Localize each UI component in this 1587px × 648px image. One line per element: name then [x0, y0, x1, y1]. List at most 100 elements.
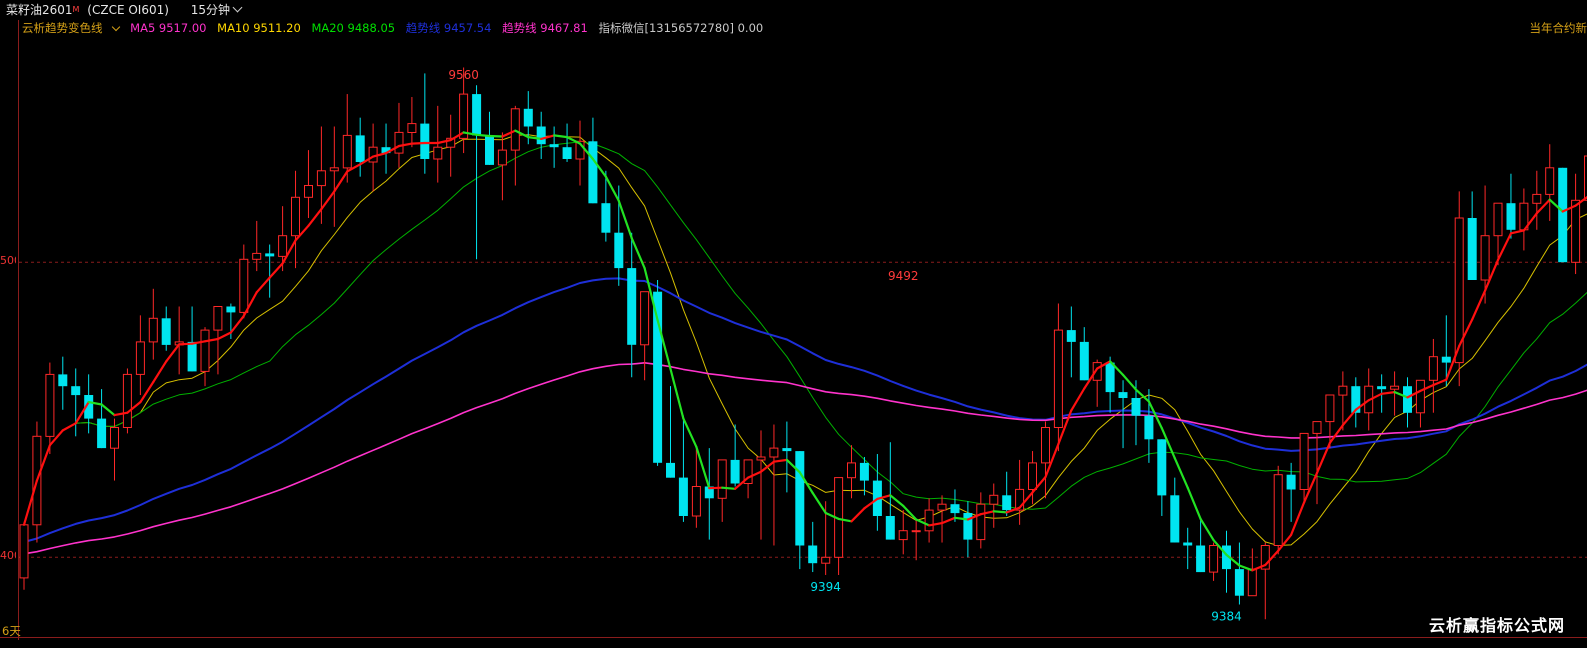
trend-color-segment — [1173, 457, 1189, 489]
candle-body-down — [1558, 167, 1568, 263]
candle-body-up — [122, 373, 132, 428]
candle-body-up — [1571, 199, 1581, 263]
candle-body-down — [562, 147, 572, 159]
candle-body-down — [782, 448, 792, 452]
trend-color-segment — [708, 486, 724, 490]
candle-body-up — [756, 456, 766, 461]
candle-body-down — [187, 341, 197, 372]
candle-body-up — [1312, 421, 1322, 434]
candle-body-down — [523, 108, 533, 127]
candle-body-down — [1377, 386, 1387, 390]
trend-color-segment — [307, 208, 323, 227]
extreme-price-label: 9560 — [448, 68, 479, 82]
candle-body-down — [1144, 415, 1154, 440]
trend-color-segment — [333, 170, 349, 193]
candle-body-up — [1209, 545, 1219, 573]
candle-body-up — [821, 556, 831, 564]
trend-color-segment — [850, 507, 866, 523]
trend-color-segment — [268, 262, 284, 279]
candle-body-up — [407, 123, 417, 133]
candle-body-up — [1041, 427, 1050, 464]
candle-body-down — [1196, 545, 1206, 573]
candle-body-down — [1403, 386, 1412, 413]
x-axis-label: 6天 — [2, 624, 21, 638]
trend-color-segment — [759, 460, 776, 473]
candle-body-up — [213, 306, 223, 331]
candle-body-down — [1157, 439, 1167, 496]
trend-color-segment — [669, 367, 685, 420]
candle-body-down — [614, 232, 624, 269]
series-line-ma10 — [23, 134, 1587, 546]
candle-body-up — [1053, 329, 1063, 429]
trend-color-segment — [811, 491, 827, 515]
candle-body-down — [1467, 218, 1477, 280]
candle-body-down — [226, 306, 236, 313]
candle-body-up — [1247, 568, 1257, 597]
candle-body-up — [1299, 432, 1309, 490]
candle-body-down — [730, 459, 740, 484]
trend-color-segment — [630, 236, 646, 270]
trend-color-segment — [682, 417, 698, 448]
candle-body-up — [316, 170, 326, 187]
candle-body-down — [808, 545, 818, 564]
period-selector[interactable]: 15分钟 — [191, 0, 243, 20]
trend-color-segment — [229, 314, 245, 334]
candle-body-up — [252, 252, 262, 260]
candle-body-down — [1105, 362, 1115, 393]
candle-body-down — [1118, 392, 1128, 398]
candle-body-down — [963, 513, 973, 540]
trend-color-segment — [902, 504, 918, 521]
candle-body-down — [950, 504, 960, 514]
contract-code: (CZCE OI601) — [87, 3, 169, 17]
candle-body-up — [1390, 385, 1400, 390]
candle-body-up — [1273, 474, 1283, 547]
candle-body-down — [1506, 203, 1516, 230]
candle-body-up — [691, 486, 701, 517]
candle-body-up — [433, 146, 443, 160]
extreme-price-label: 9492 — [888, 269, 919, 283]
candle-body-down — [1170, 495, 1180, 543]
candle-body-up — [342, 134, 352, 169]
candle-body-down — [485, 135, 494, 165]
extreme-price-label: 9394 — [810, 580, 841, 594]
trend-color-segment — [1509, 229, 1526, 235]
candle-body-up — [924, 509, 934, 532]
candle-body-down — [536, 126, 546, 145]
candle-body-up — [1325, 394, 1335, 423]
candle-body-up — [1338, 385, 1348, 396]
candle-body-up — [368, 146, 378, 163]
trend-color-segment — [475, 133, 491, 138]
candle-body-down — [1002, 495, 1012, 511]
trend-color-segment — [139, 380, 155, 404]
trend-color-segment — [100, 403, 116, 417]
candle-body-up — [1493, 202, 1503, 237]
trend-color-segment — [488, 134, 504, 138]
trend-color-segment — [410, 141, 426, 145]
trend-color-segment — [320, 190, 336, 211]
candle-body-down — [97, 418, 107, 449]
trend-color-segment — [1496, 232, 1513, 261]
candle-body-up — [847, 462, 856, 479]
candle-body-up — [898, 530, 908, 541]
candle-body-up — [239, 258, 249, 313]
trend-color-segment — [61, 422, 77, 432]
candlestick-chart[interactable]: 95609492939493849533 — [0, 20, 1587, 640]
candle-body-up — [976, 503, 986, 541]
candle-body-up — [19, 524, 29, 579]
candle-body-down — [588, 141, 598, 204]
trend-color-segment — [721, 486, 737, 490]
trend-color-segment — [165, 343, 181, 363]
candle-body-up — [1480, 235, 1490, 281]
trend-color-segment — [992, 510, 1008, 514]
trend-color-segment — [604, 175, 620, 202]
candle-body-down — [1441, 356, 1451, 363]
trend-color-segment — [1070, 387, 1086, 412]
candle-body-down — [678, 477, 688, 516]
candle-body-down — [601, 203, 611, 233]
candle-body-up — [937, 503, 947, 511]
trend-color-segment — [772, 458, 789, 463]
trend-color-segment — [1199, 517, 1215, 542]
candle-body-up — [911, 530, 921, 533]
watermark: 云析赢指标公式网 — [1428, 616, 1565, 635]
candle-body-down — [71, 386, 81, 396]
